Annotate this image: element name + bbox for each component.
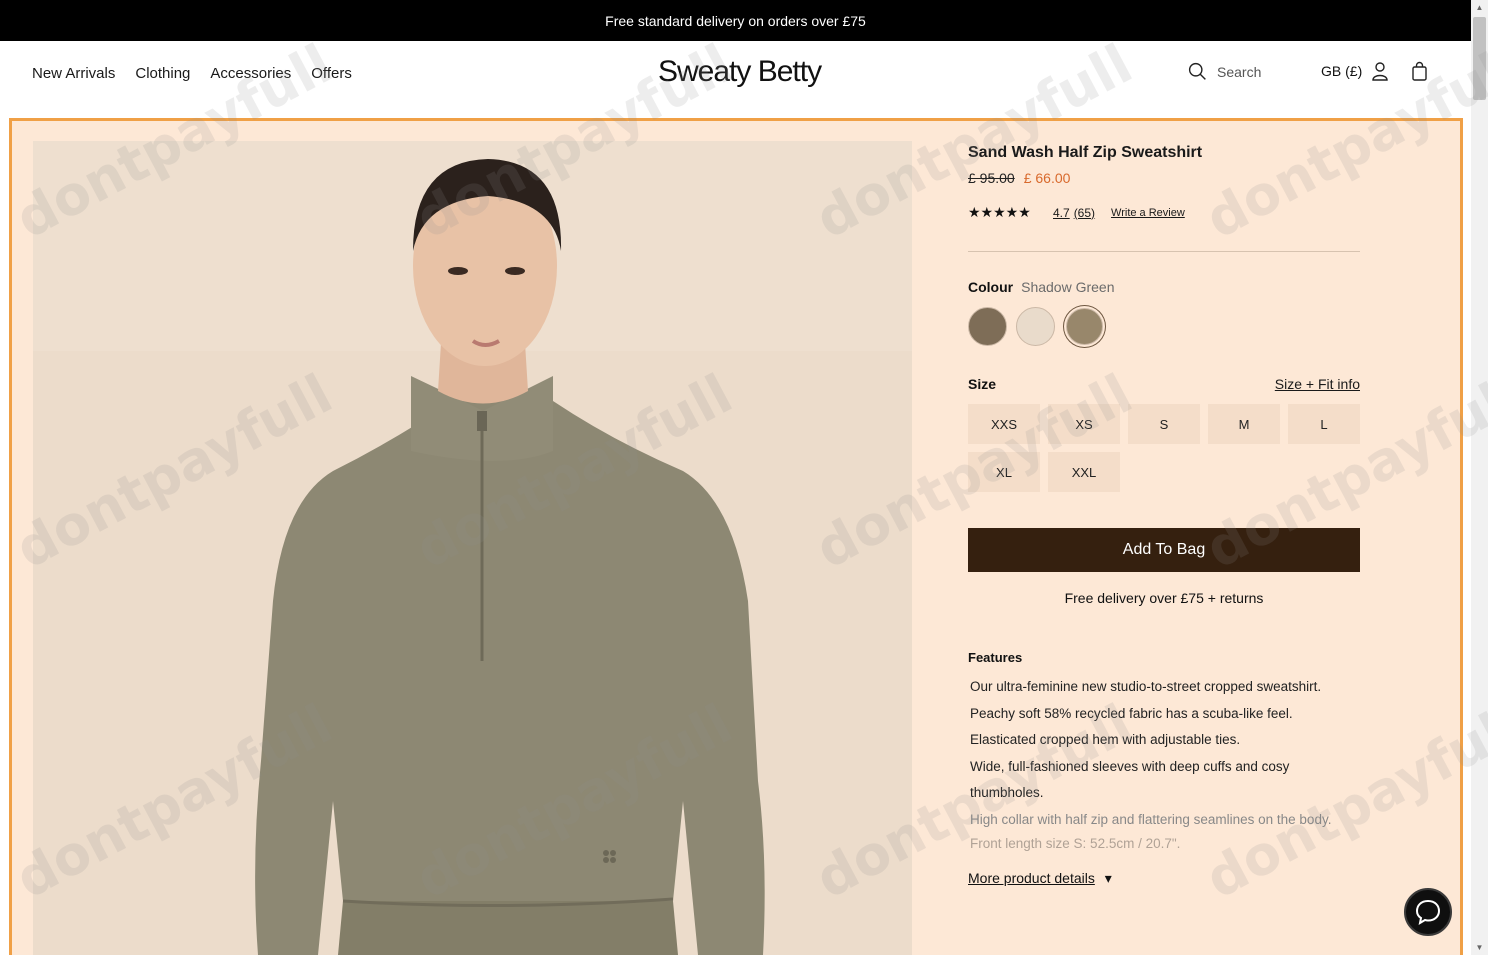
size-option-xxl[interactable]: XXL (1048, 452, 1120, 492)
size-option-m[interactable]: M (1208, 404, 1280, 444)
original-price: £ 95.00 (968, 170, 1015, 186)
feature-item: Front length size S: 52.5cm / 20.7". (970, 836, 1181, 851)
features-heading: Features (968, 650, 1023, 665)
size-header: Size Size + Fit info (968, 376, 1360, 392)
colour-swatch-cream[interactable] (1016, 307, 1055, 346)
feature-item: Elasticated cropped hem with adjustable … (970, 732, 1241, 747)
colour-swatch-shadow-green[interactable] (1066, 308, 1103, 345)
account-icon[interactable] (1371, 61, 1389, 81)
chat-button[interactable] (1404, 888, 1452, 936)
scroll-up-arrow-icon[interactable]: ▲ (1474, 2, 1485, 13)
write-review-link[interactable]: Write a Review (1111, 207, 1185, 219)
feature-item: Our ultra-feminine new studio-to-street … (970, 679, 1322, 694)
size-options: XXS XS S M L XL XXL (968, 404, 1360, 492)
size-option-xxs[interactable]: XXS (968, 404, 1040, 444)
more-product-details-toggle[interactable]: More product details ▾ (968, 870, 1360, 887)
rating-row: ★★★★★ 4.7 (65) Write a Review (968, 204, 1360, 221)
feature-item: Peachy soft 58% recycled fabric has a sc… (970, 705, 1293, 721)
rating-value[interactable]: 4.7 (1053, 206, 1070, 220)
product-details: Sand Wash Half Zip Sweatshirt £ 95.00 £ … (968, 141, 1360, 887)
size-option-l[interactable]: L (1288, 404, 1360, 444)
colour-row: Colour Shadow Green (968, 279, 1360, 295)
chat-bubble-icon (1415, 899, 1441, 926)
sale-price: £ 66.00 (1023, 170, 1071, 186)
search-placeholder: Search (1217, 63, 1262, 80)
bag-icon[interactable] (1411, 61, 1428, 81)
star-rating-icon: ★★★★★ (968, 204, 1031, 220)
scroll-down-arrow-icon[interactable]: ▼ (1474, 942, 1485, 953)
price-row: £ 95.00 £ 66.00 (968, 170, 1360, 186)
colour-swatch-olive-brown[interactable] (968, 307, 1007, 346)
feature-item: High collar with half zip and flattering… (970, 811, 1332, 827)
more-details-label: More product details (968, 870, 1095, 886)
site-header: New Arrivals Clothing Accessories Offers… (0, 41, 1471, 118)
feature-item: Wide, full-fashioned sleeves with deep c… (970, 758, 1290, 801)
selected-colour-name: Shadow Green (1021, 279, 1115, 295)
promo-text: Free standard delivery on orders over £7… (605, 12, 866, 29)
size-option-xs[interactable]: XS (1048, 404, 1120, 444)
nav-clothing[interactable]: Clothing (135, 65, 190, 82)
main-nav: New Arrivals Clothing Accessories Offers (32, 65, 352, 82)
colour-swatches (968, 307, 1360, 346)
chevron-down-icon: ▾ (1104, 870, 1112, 886)
brand-logo[interactable]: Sweaty Betty (658, 55, 822, 89)
model-illustration (33, 141, 912, 955)
free-delivery-note: Free delivery over £75 + returns (1064, 590, 1264, 606)
add-to-bag-button[interactable]: Add To Bag (968, 528, 1360, 572)
nav-accessories[interactable]: Accessories (210, 65, 291, 82)
locale-selector[interactable]: GB (£) (1321, 63, 1362, 79)
nav-new-arrivals[interactable]: New Arrivals (32, 65, 115, 82)
scrollbar-thumb[interactable] (1473, 17, 1486, 100)
nav-offers[interactable]: Offers (311, 65, 352, 82)
product-image[interactable] (33, 141, 912, 955)
promo-bar: Free standard delivery on orders over £7… (0, 0, 1471, 41)
search-box[interactable]: Search (1187, 61, 1261, 82)
size-label: Size (968, 376, 997, 392)
size-option-s[interactable]: S (1128, 404, 1200, 444)
review-count[interactable]: (65) (1074, 206, 1095, 220)
product-title: Sand Wash Half Zip Sweatshirt (968, 144, 1203, 161)
divider (968, 251, 1360, 252)
features-list: Our ultra-feminine new studio-to-street … (968, 674, 1360, 855)
size-fit-info-link[interactable]: Size + Fit info (1275, 376, 1360, 392)
size-option-xl[interactable]: XL (968, 452, 1040, 492)
search-icon (1188, 62, 1206, 80)
colour-label: Colour (968, 279, 1014, 295)
page-scrollbar[interactable] (1471, 0, 1488, 955)
